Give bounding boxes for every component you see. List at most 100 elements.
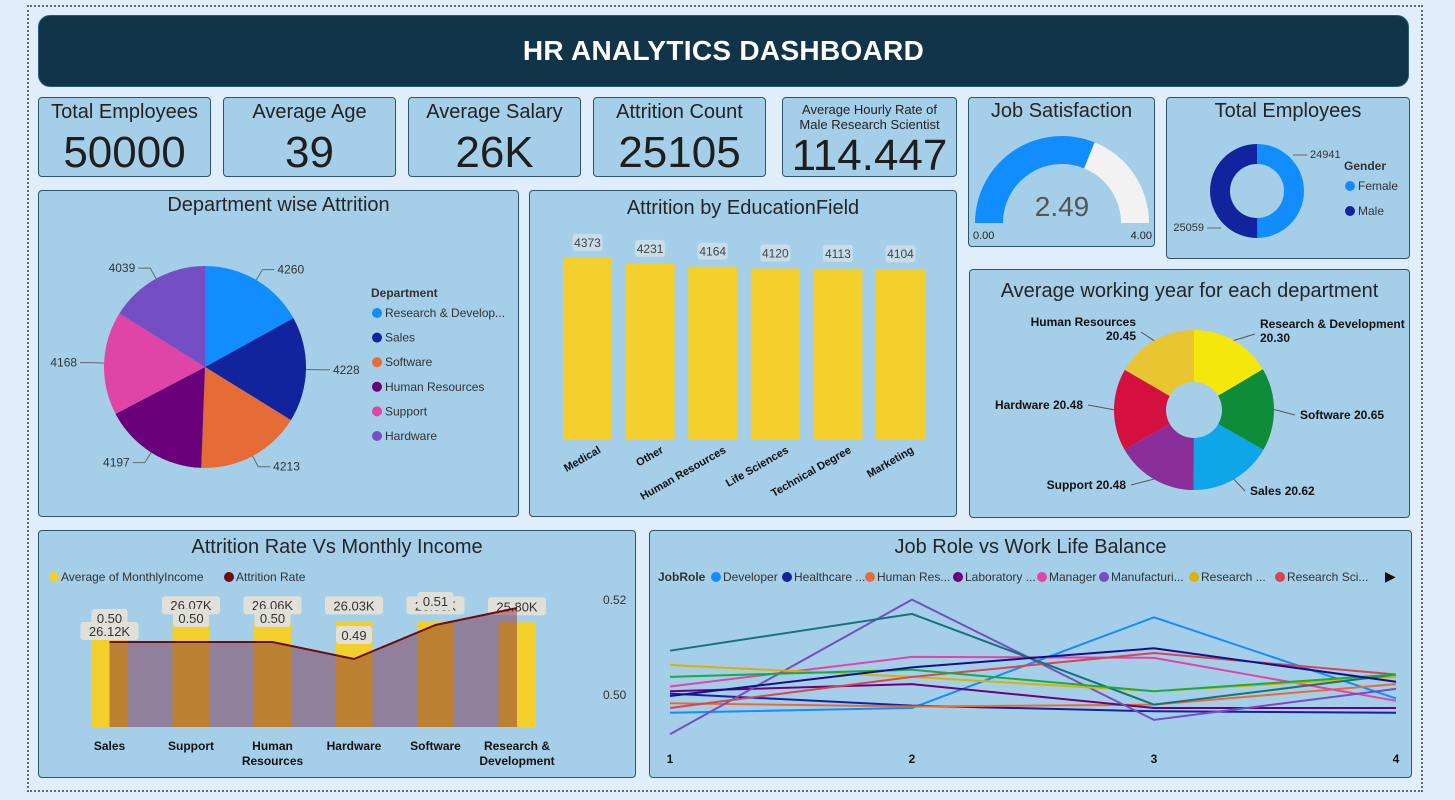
edu-category-label: Medical bbox=[562, 444, 603, 475]
legend-marker bbox=[711, 572, 721, 582]
gender-card[interactable]: Total Employees 24941 25059 Gender Female Ma… bbox=[1166, 97, 1410, 259]
attrition-rate-label: 0.51 bbox=[423, 594, 448, 609]
edu-bar bbox=[876, 269, 925, 440]
gender-label-male: 25059 bbox=[1173, 222, 1204, 234]
gauge-min-label: 0.00 bbox=[973, 230, 994, 242]
legend-marker bbox=[372, 308, 382, 318]
edu-category-label: Marketing bbox=[865, 444, 916, 480]
kpi-value: 114.447 bbox=[791, 131, 948, 177]
legend-label: Support bbox=[385, 404, 428, 418]
legend-marker bbox=[1189, 572, 1199, 582]
attrition-rate-label: 0.50 bbox=[97, 611, 122, 626]
leader-line bbox=[255, 269, 275, 281]
x-tick-label: 2 bbox=[909, 752, 916, 766]
legend-label: Human Res... bbox=[877, 570, 950, 584]
kpi-total-employees[interactable]: Total Employees 50000 bbox=[38, 97, 211, 177]
leader-line bbox=[252, 455, 271, 468]
working-year-label-value: 20.45 bbox=[1106, 329, 1136, 343]
kpi-value: 25105 bbox=[618, 128, 741, 177]
x-tick-label: 4 bbox=[1393, 752, 1400, 766]
dept-slice-label: 4039 bbox=[109, 261, 136, 275]
edu-category-label: Other bbox=[634, 444, 666, 469]
leader-line bbox=[1140, 331, 1155, 342]
dept-attrition-card[interactable]: Department wise Attrition 4260 4228 4213 41… bbox=[38, 190, 519, 517]
kpi-label: Average Salary bbox=[426, 101, 563, 123]
dept-slice-label: 4260 bbox=[277, 263, 304, 277]
series-line-8 bbox=[669, 612, 1397, 706]
legend-marker bbox=[372, 381, 382, 392]
leader-line bbox=[1130, 478, 1154, 486]
dept-legend-title: Department bbox=[371, 286, 438, 300]
legend-marker bbox=[372, 406, 382, 417]
attrition-rate-label: 0.49 bbox=[341, 628, 366, 643]
legend-label: Laboratory ... bbox=[965, 570, 1036, 584]
attrition-rate-label: 0.50 bbox=[260, 611, 285, 626]
kpi-average-salary[interactable]: Average Salary 26K bbox=[408, 97, 581, 177]
working-year-label-value: 20.30 bbox=[1260, 331, 1290, 345]
kpi-attrition-count[interactable]: Attrition Count 25105 bbox=[593, 97, 766, 177]
income-category-label: Development bbox=[479, 754, 554, 768]
jobrole-wlb-card[interactable]: Job Role vs Work Life Balance JobRole Dev… bbox=[649, 530, 1412, 778]
job-satisfaction-gauge: 2.49 0.00 4.00 bbox=[973, 136, 1152, 242]
dept-slice-label: 4213 bbox=[273, 460, 300, 474]
legend-label: Developer bbox=[723, 570, 778, 584]
working-year-label: Support 20.48 bbox=[1047, 478, 1127, 492]
gauge-value-label: 2.49 bbox=[1035, 191, 1090, 222]
income-bar-label: 26.03K bbox=[333, 598, 375, 613]
x-tick-label: 1 bbox=[667, 752, 674, 766]
edu-attrition-card[interactable]: Attrition by EducationField 4373 Medical 4… bbox=[529, 190, 957, 517]
edu-bar bbox=[750, 268, 800, 440]
kpi-hourly-rate[interactable]: Average Hourly Rate of Male Research Sci… bbox=[782, 97, 957, 177]
attrition-rate-label: 0.50 bbox=[178, 611, 203, 626]
working-year-label: Human Resources bbox=[1031, 315, 1137, 329]
kpi-value: 50000 bbox=[63, 128, 186, 177]
legend-label: Manufacturi... bbox=[1111, 570, 1184, 584]
legend-marker bbox=[782, 572, 792, 582]
edu-bar-label: 4231 bbox=[637, 242, 664, 256]
legend-marker bbox=[372, 332, 382, 343]
job-satisfaction-card[interactable]: Job Satisfaction 2.49 0.00 4.00 bbox=[968, 97, 1155, 247]
income-category-label: Sales bbox=[94, 739, 126, 753]
edu-attrition-bar-chart: 4373Medical4231Other4164Human Resources4… bbox=[562, 234, 925, 503]
legend-marker bbox=[1345, 181, 1355, 191]
edu-bar bbox=[563, 258, 612, 440]
legend-next-icon[interactable]: ▶ bbox=[1385, 568, 1396, 585]
kpi-average-age[interactable]: Average Age 39 bbox=[223, 97, 396, 177]
attrition-income-card[interactable]: Attrition Rate Vs Monthly Income Average… bbox=[38, 530, 636, 778]
kpi-label: Average Age bbox=[252, 101, 367, 123]
income-category-label: Support bbox=[168, 739, 214, 753]
legend-marker bbox=[224, 572, 234, 582]
legend-label: Software bbox=[385, 355, 433, 369]
legend-marker bbox=[1275, 572, 1285, 582]
edu-bar-label: 4104 bbox=[887, 247, 914, 261]
kpi-label-line2: Male Research Scientist bbox=[799, 117, 940, 132]
line-legend-title: JobRole bbox=[658, 570, 706, 584]
legend-label: Research & Develop... bbox=[385, 306, 505, 320]
working-year-card[interactable]: Average working year for each department… bbox=[969, 269, 1410, 518]
gender-donut-chart: 24941 25059 Gender Female Male bbox=[1173, 144, 1398, 239]
legend-label: Attrition Rate bbox=[236, 570, 306, 584]
income-category-label: Human bbox=[252, 739, 293, 753]
legend-label: Female bbox=[1358, 179, 1398, 193]
legend-marker bbox=[49, 572, 59, 582]
legend-marker bbox=[372, 357, 382, 368]
working-year-label: Hardware 20.48 bbox=[995, 398, 1083, 412]
legend-label: Manager bbox=[1049, 570, 1096, 584]
legend-label: Research Sci... bbox=[1287, 570, 1368, 584]
attrition-income-combo-chart: Average of MonthlyIncome Attrition Rate 26… bbox=[49, 570, 555, 768]
leader-line bbox=[1233, 478, 1246, 492]
edu-bar-label: 4373 bbox=[574, 236, 601, 250]
income-category-label: Software bbox=[410, 739, 461, 753]
attrition-area bbox=[109, 608, 517, 727]
edu-bar bbox=[813, 268, 863, 440]
legend-marker bbox=[1345, 206, 1355, 216]
jobrole-wlb-line-chart: JobRole Developer Healthcare ... Human Res.… bbox=[658, 570, 1400, 766]
legend-label: Average of MonthlyIncome bbox=[61, 570, 204, 584]
income-category-label: Hardware bbox=[327, 739, 382, 753]
legend-marker bbox=[1037, 572, 1047, 582]
dept-slice-label: 4228 bbox=[333, 363, 360, 377]
kpi-label-line1: Average Hourly Rate of bbox=[802, 102, 937, 117]
dashboard-title: HR ANALYTICS DASHBOARD bbox=[522, 35, 925, 66]
income-category-label: Research & bbox=[484, 739, 550, 753]
edu-bar bbox=[688, 266, 738, 440]
